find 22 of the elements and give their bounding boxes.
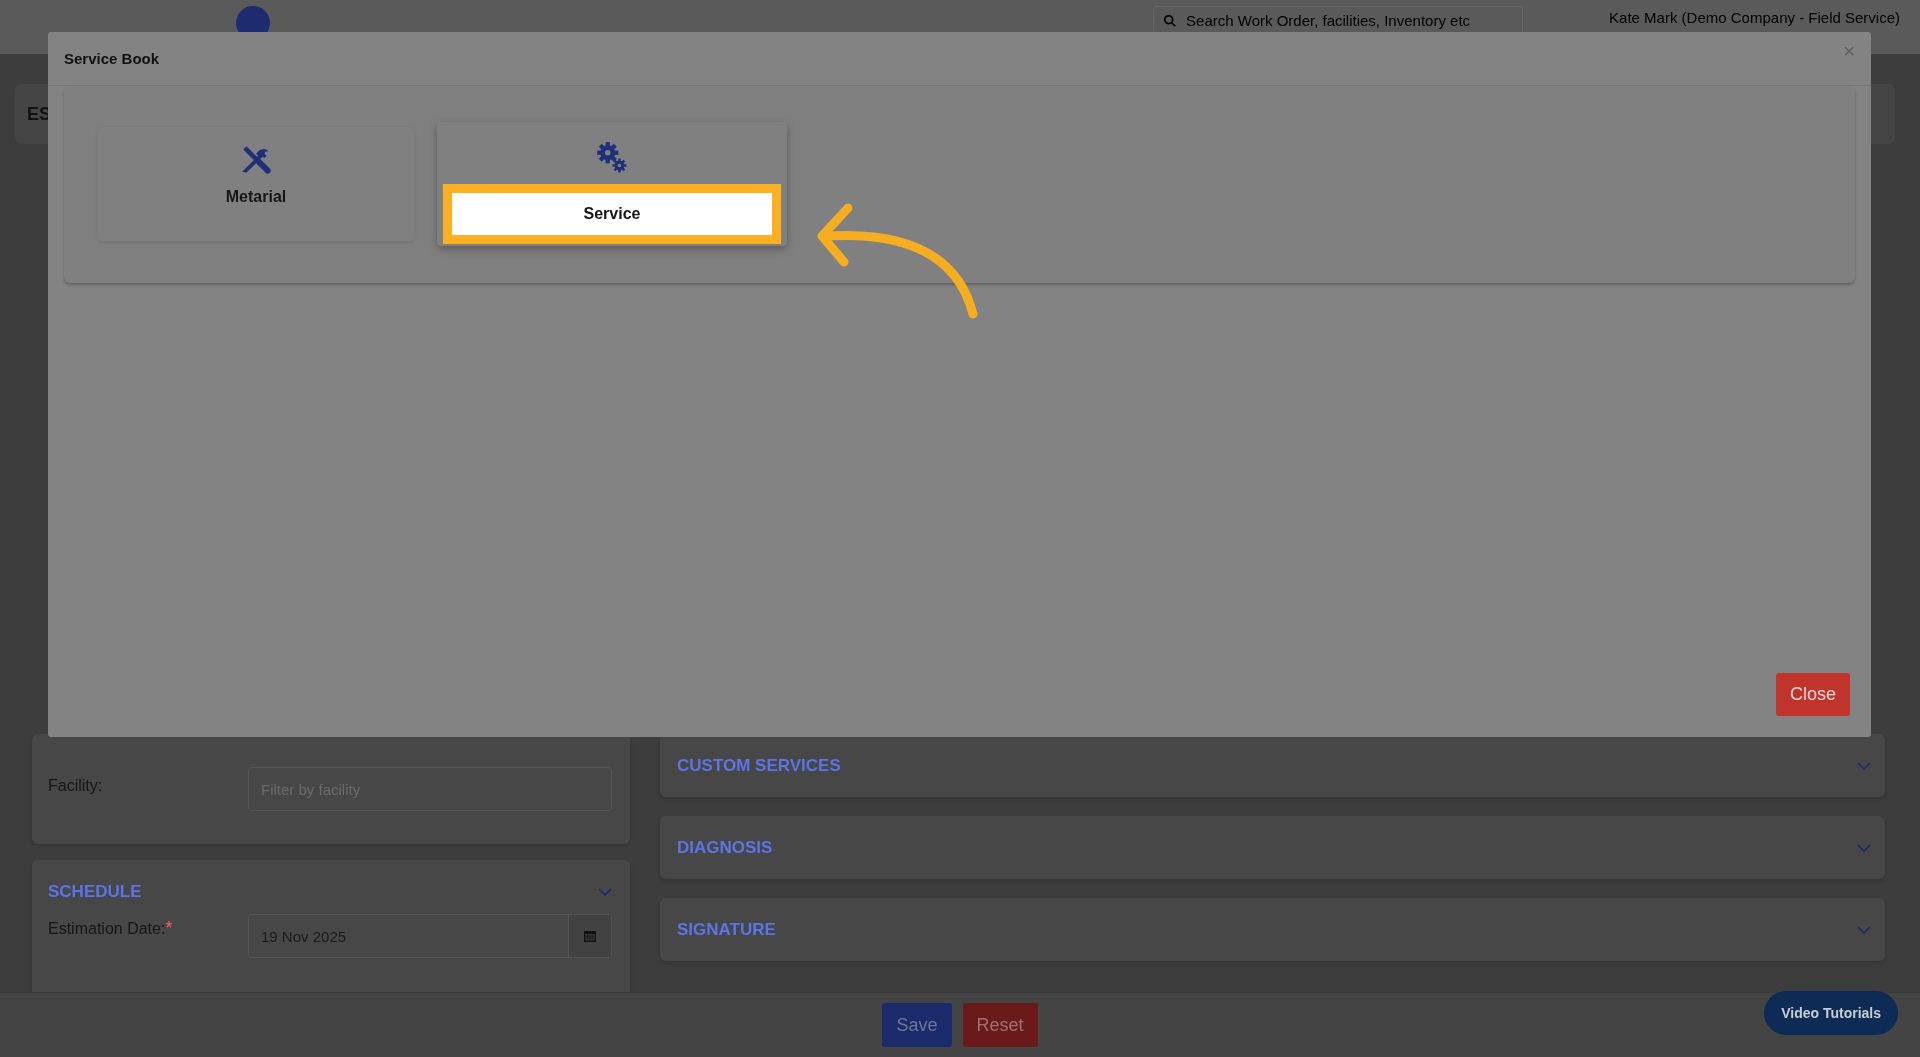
- video-tutorials-button[interactable]: Video Tutorials: [1764, 991, 1898, 1035]
- chevron-icon: [1857, 761, 1871, 770]
- calendar-icon: [583, 929, 597, 943]
- tools-icon: [239, 143, 273, 177]
- option-tile[interactable]: Metarial: [98, 127, 414, 241]
- save-button[interactable]: Save: [882, 1003, 952, 1047]
- close-button[interactable]: Close: [1775, 673, 1850, 716]
- accordion-header[interactable]: DIAGNOSIS: [660, 816, 1885, 879]
- gears-icon: [595, 140, 629, 174]
- reset-button[interactable]: Reset: [962, 1003, 1038, 1047]
- search-field[interactable]: Search Work Order, facilities, Inventory etc: [1153, 6, 1524, 34]
- section-title: SCHEDULE: [48, 882, 142, 902]
- accordion-header[interactable]: SIGNATURE: [660, 898, 1885, 961]
- accordion-header[interactable]: CUSTOM SERVICES: [660, 734, 1885, 797]
- chevron-icon: [1857, 925, 1871, 934]
- option-tile[interactable]: Service: [437, 122, 787, 246]
- modal-title: Service Book: [64, 50, 160, 67]
- chevron-icon[interactable]: [598, 888, 612, 896]
- calendar-button[interactable]: [568, 915, 611, 957]
- user-menu[interactable]: Kate Mark (Demo Company - Field Service): [1609, 6, 1900, 30]
- chevron-icon: [1857, 843, 1871, 852]
- close-icon[interactable]: ×: [1843, 40, 1855, 63]
